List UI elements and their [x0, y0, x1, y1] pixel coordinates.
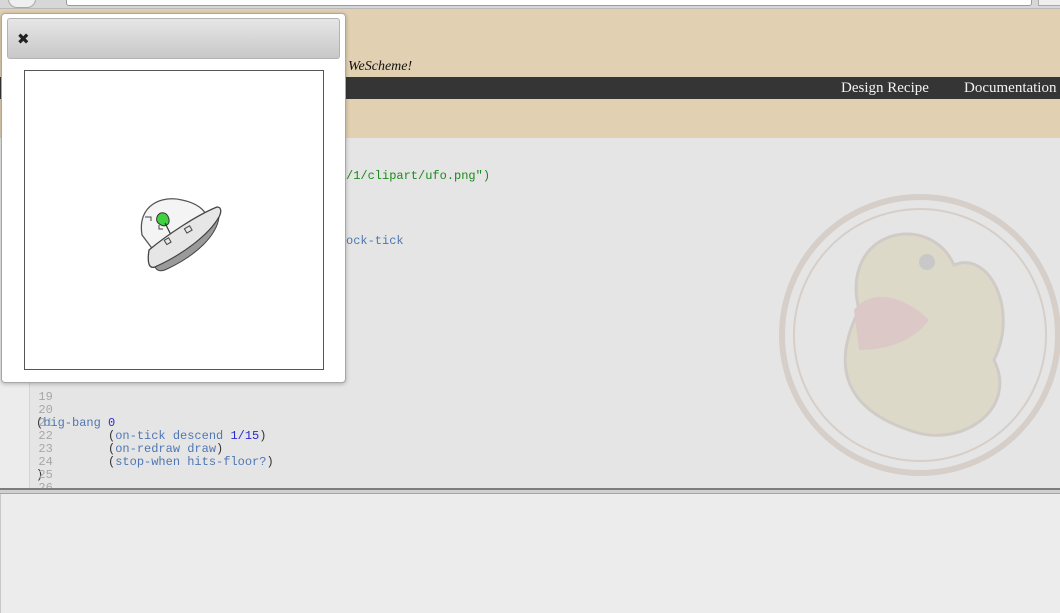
- code-line: 22 (on-redraw draw): [0, 417, 1060, 456]
- code-line: 23 (stop-when hits-floor?): [0, 430, 1060, 469]
- menu-design-recipe[interactable]: Design Recipe: [841, 80, 929, 97]
- dialog-titlebar[interactable]: ✖: [7, 18, 340, 59]
- code-fragment-string: /1/clipart/ufo.png"): [346, 169, 491, 183]
- code-fragment-keyword: ock-tick: [346, 234, 404, 248]
- code-line: 25: [0, 456, 1060, 482]
- world-output-dialog: ✖: [1, 13, 346, 383]
- close-icon[interactable]: ✖: [17, 32, 30, 47]
- address-bar[interactable]: [66, 0, 1032, 6]
- menu-documentation[interactable]: Documentation: [964, 80, 1056, 97]
- world-canvas: [24, 70, 324, 370]
- header-tagline: ; WeScheme!: [340, 59, 413, 74]
- code-line: 20 (big-bang 0: [0, 391, 1060, 430]
- code-line: 26: [0, 469, 1060, 489]
- ufo-image: [140, 198, 222, 272]
- code-line: 24 ): [0, 443, 1060, 482]
- code-line: 21 (on-tick descend 1/15): [0, 404, 1060, 443]
- browser-toolbar: [0, 0, 1060, 9]
- toolbar-button[interactable]: [1038, 0, 1060, 6]
- back-button[interactable]: [8, 0, 36, 8]
- interactions-pane[interactable]: [0, 494, 1060, 613]
